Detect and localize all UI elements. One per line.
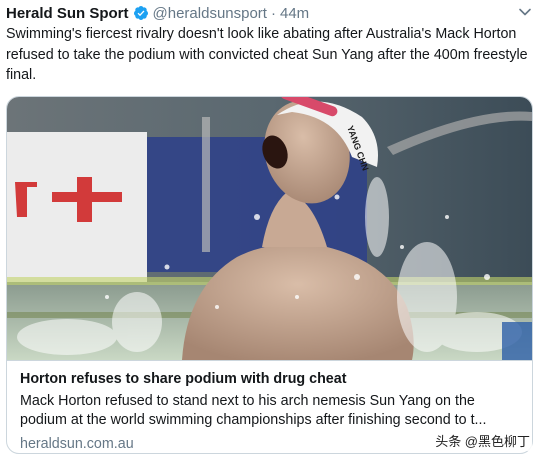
handle[interactable]: @heraldsunsport [153,5,267,22]
card-title[interactable]: Horton refuses to share podium with drug… [20,370,532,389]
tweet-header: Herald Sun Sport @heraldsunsport · 44m [6,3,532,23]
tweet-text: Swimming's fiercest rivalry doesn't look… [6,26,528,83]
card-description: Mack Horton refused to stand next to his… [20,393,487,428]
separator: · [270,4,276,22]
link-card[interactable]: YANG CHN Horton refuses to share podium … [6,96,533,454]
watermark: 头条 @黑色柳丁 [433,430,532,451]
verified-badge-icon [133,5,149,21]
display-name[interactable]: Herald Sun Sport [6,5,129,22]
timestamp[interactable]: 44m [280,5,309,22]
chevron-down-icon[interactable] [518,5,532,19]
card-image[interactable]: YANG CHN [7,97,532,360]
